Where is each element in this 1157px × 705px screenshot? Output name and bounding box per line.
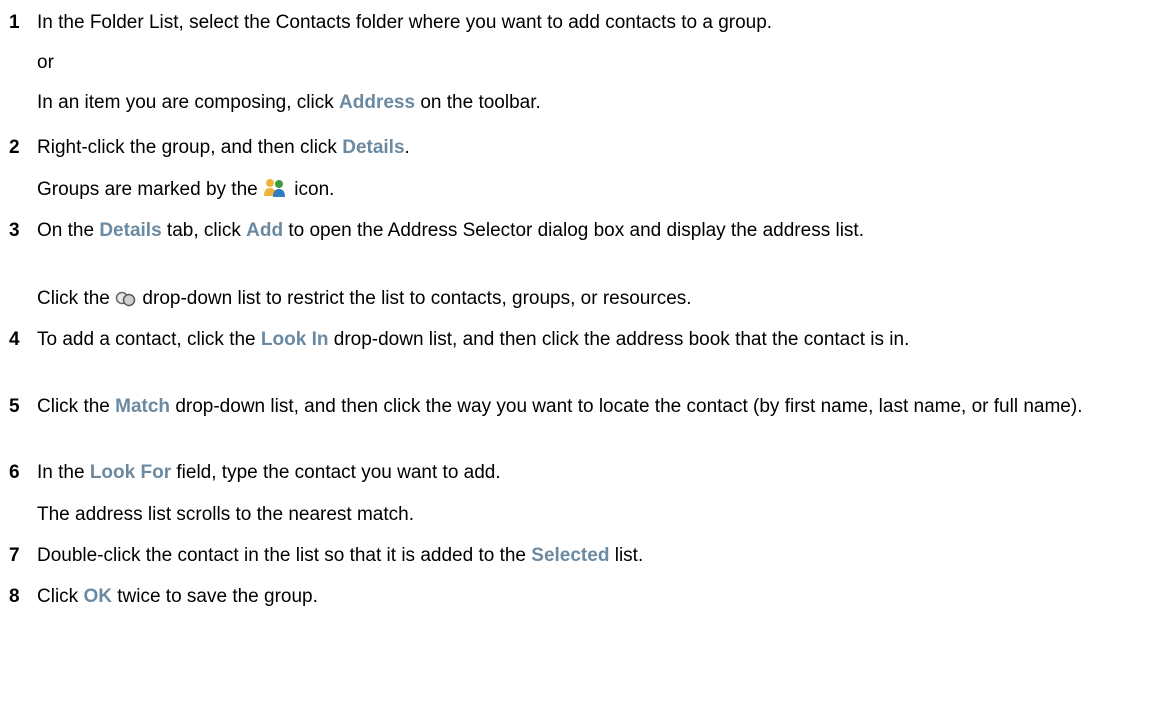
step-number: 6 xyxy=(9,462,20,483)
ui-label-add: Add xyxy=(246,220,284,241)
compose-note: In an item you are composing, click Addr… xyxy=(37,92,541,113)
step-text: In the Folder List, select the Contacts … xyxy=(37,12,773,33)
ui-label-look-in: Look In xyxy=(260,329,329,350)
step-text: Click the Match drop-down list, and then… xyxy=(37,396,1083,417)
filter-dropdown-icon xyxy=(115,289,137,315)
ui-label-look-for: Look For xyxy=(89,462,172,483)
step-number: 1 xyxy=(9,12,20,33)
step-text: Right-click the group, and then click De… xyxy=(37,137,410,158)
or-text: or xyxy=(37,52,54,73)
dropdown-note: Click the drop-down list to restrict the… xyxy=(37,286,1143,315)
ui-label-details: Details xyxy=(99,220,162,241)
step-text: Double-click the contact in the list so … xyxy=(37,545,644,566)
ui-label-selected: Selected xyxy=(531,545,610,566)
scroll-note: The address list scrolls to the nearest … xyxy=(37,504,414,525)
step-number: 3 xyxy=(9,220,20,241)
ui-label-match: Match xyxy=(115,396,171,417)
ui-label-address: Address xyxy=(339,92,416,113)
step-number: 5 xyxy=(9,396,20,417)
step-text: To add a contact, click the Look In drop… xyxy=(37,329,910,350)
step-text: Click OK twice to save the group. xyxy=(37,586,318,607)
step-text: In the Look For field, type the contact … xyxy=(37,462,501,483)
step-number: 8 xyxy=(9,586,20,607)
groups-note: Groups are marked by the icon. xyxy=(37,177,1143,206)
step-number: 4 xyxy=(9,329,20,350)
step-text: On the Details tab, click Add to open th… xyxy=(37,220,864,241)
ui-label-ok: OK xyxy=(83,586,112,607)
step-number: 7 xyxy=(9,545,20,566)
group-icon xyxy=(263,178,289,206)
ui-label-details: Details xyxy=(342,137,405,158)
step-number: 2 xyxy=(9,137,20,158)
